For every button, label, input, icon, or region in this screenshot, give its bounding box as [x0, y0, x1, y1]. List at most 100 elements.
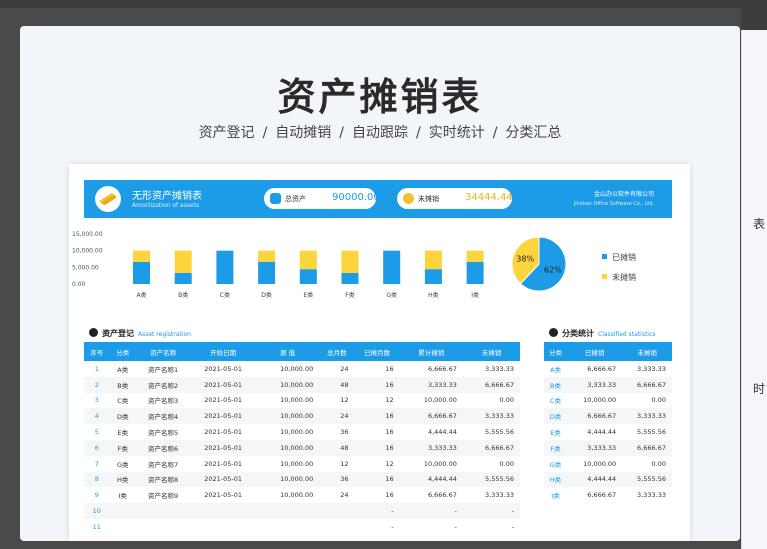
table-cell: 3,333.33 — [485, 364, 514, 373]
table-cell: C类 — [549, 397, 562, 406]
page-title: 资产摊销表 — [277, 75, 483, 119]
wallet-icon — [270, 193, 281, 204]
table-cell: A类 — [117, 365, 129, 374]
table-cell — [109, 503, 136, 519]
table-cell: 6 — [84, 439, 110, 456]
total-assets-value: 90000.00 — [332, 192, 380, 203]
sheet-banner: 无形资产摊销表 Amortization of assets 总资产 90000… — [84, 180, 672, 218]
company-name-en: Jinshan Office Software Co., Ltd. — [573, 201, 654, 207]
table-cell — [319, 503, 355, 519]
table-cell: 6,666.67 — [567, 408, 623, 425]
table-cell — [319, 519, 354, 535]
template-preview-card[interactable]: 资产摊销表 资产登记 / 自动摊销 / 自动跟踪 / 实时统计 / 分类汇总 无形资产摊销表 A… — [20, 26, 740, 541]
subtitle-separator: / — [416, 125, 421, 141]
table-cell: 2021-05-01 — [204, 364, 242, 373]
table-cell: 10,000.00 — [423, 459, 457, 468]
table-cell: 2021-05-01 — [204, 428, 242, 437]
table-row: I类 6,666.67 3,333.33 — [544, 487, 672, 503]
table-cell: 36 — [319, 471, 355, 488]
table-cell: 2021-05-01 — [204, 491, 242, 500]
table-cell: 资产名称5 — [147, 429, 179, 438]
table-row: E类 4,444.44 5,555.56 — [544, 424, 672, 440]
column-header: 原 值 — [256, 342, 320, 361]
table-cell: 16 — [385, 491, 394, 500]
table-cell: 48 — [319, 376, 355, 393]
table-cell: - — [354, 503, 400, 519]
bar-segment — [133, 250, 150, 262]
table-cell: F类 — [109, 439, 136, 456]
table-cell: 2021-05-01 — [190, 439, 257, 456]
legend-swatch — [602, 274, 607, 279]
table-cell: H类 — [109, 471, 136, 488]
x-tick-label: E类 — [303, 291, 313, 299]
classified-stats-table: 分类 已摊销 未摊销 A类 6,666.67 3,333.33 B类 3,333.33 6,6… — [544, 342, 672, 503]
table-cell: 16 — [354, 376, 400, 393]
y-tick-label: 10,000.00 — [72, 248, 103, 255]
column-header: 资产名称 — [135, 342, 191, 361]
table-cell: 5,555.56 — [485, 428, 514, 437]
table-cell: 3,333.33 — [637, 491, 666, 500]
table-cell: 10,000.00 — [280, 364, 314, 373]
bar-segment — [383, 250, 401, 284]
register-title: 资产登记 — [102, 329, 134, 338]
bar-segment — [424, 269, 442, 284]
table-cell: 6,666.67 — [427, 491, 457, 500]
table-cell: 16 — [354, 408, 400, 425]
register-title-en: Asset registration — [138, 331, 191, 338]
table-cell: 3,333.33 — [567, 376, 623, 393]
table-cell: 7 — [94, 459, 99, 468]
spreadsheet-preview: 无形资产摊销表 Amortization of assets 总资产 90000… — [69, 164, 690, 541]
column-header: 分类 — [544, 342, 567, 361]
y-tick-label: 5,000.00 — [72, 264, 99, 271]
table-cell: 3,333.33 — [462, 408, 520, 425]
column-header: 已摊月数 — [354, 342, 400, 361]
table-row: 10- - - — [84, 503, 520, 519]
table-cell: 0.00 — [651, 459, 666, 468]
table-cell: 0.00 — [499, 459, 514, 468]
table-cell: G类 — [549, 460, 562, 469]
table-cell: 资产名称3 — [147, 397, 179, 406]
table-cell: 12 — [385, 396, 394, 405]
table-cell: 10,000.00 — [583, 396, 617, 405]
table-cell: 48 — [319, 439, 355, 456]
table-cell: 24 — [319, 408, 355, 425]
table-row: 6 F类 资产名称6 2021-05-01 10,000.00 48 16 3,333.33 6… — [84, 439, 520, 456]
table-cell: E类 — [117, 429, 129, 438]
list-icon — [89, 328, 98, 337]
table-cell: 10,000.00 — [256, 471, 320, 488]
pie-icon — [549, 328, 558, 337]
table-cell: 3,333.33 — [637, 364, 666, 373]
subtitle-separator: / — [262, 125, 268, 141]
subtitle-item: 自动摊销 — [275, 125, 332, 141]
subtitle-item: 资产登记 — [198, 125, 255, 141]
bar-segment — [258, 250, 276, 262]
table-row: B类 3,333.33 6,666.67 — [544, 376, 672, 393]
table-cell: 资产名称9 — [147, 492, 179, 501]
table-cell — [256, 503, 320, 519]
adjacent-preview-edge: 表 时 — [741, 30, 767, 549]
table-cell: 10 — [84, 503, 110, 519]
table-cell: 2 — [84, 376, 110, 393]
table-cell: 10,000.00 — [583, 459, 617, 468]
asset-register-table: 序号 分类 资产名称 开始日期原 值总月数 已摊月数 累计摊销 未摊销 1 A类 资产名称1 20… — [84, 342, 520, 535]
table-cell: 10,000.00 — [256, 376, 320, 393]
x-tick-label: A类 — [136, 291, 146, 299]
bar-segment — [466, 250, 484, 262]
table-cell: - — [391, 522, 394, 531]
table-cell: 16 — [354, 439, 400, 456]
table-cell: 资产名称8 — [135, 471, 191, 488]
clock-icon — [403, 193, 414, 204]
table-cell: C类 — [117, 397, 129, 406]
table-cell: 10,000.00 — [256, 408, 320, 425]
register-section-title: 资产登记 Asset registration — [89, 328, 191, 339]
table-cell: 12 — [340, 459, 349, 468]
table-cell: 5,555.56 — [462, 471, 520, 488]
total-assets-label: 总资产 — [285, 195, 306, 203]
table-cell: 资产名称4 — [135, 408, 191, 425]
table-cell: 6,666.67 — [587, 364, 617, 373]
unamortized-pill: 未摊销 34444.44 — [397, 188, 513, 209]
table-cell: 36 — [340, 428, 349, 437]
table-cell: 资产名称7 — [147, 460, 179, 469]
table-cell — [256, 519, 319, 535]
bar-segment — [258, 261, 276, 284]
